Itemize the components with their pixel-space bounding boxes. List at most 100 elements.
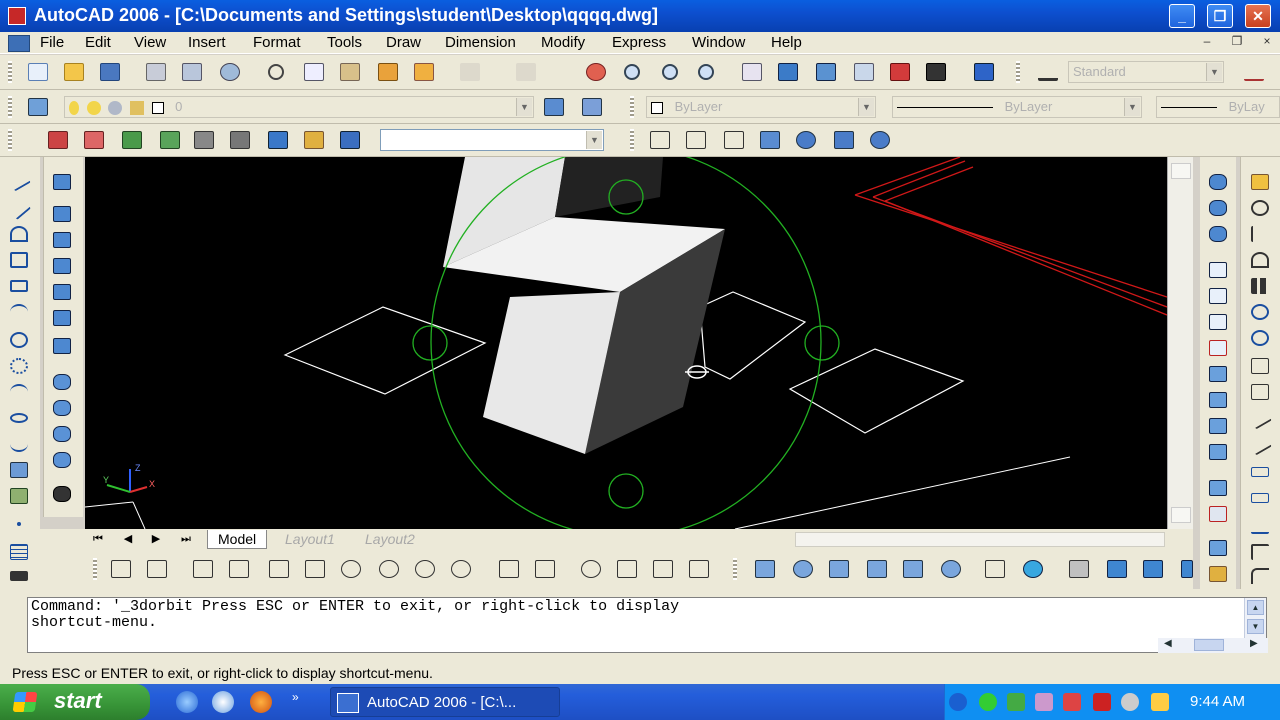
hide-icon[interactable]	[682, 127, 710, 153]
tab-model[interactable]: Model	[207, 530, 268, 549]
gouraud-shaded-icon[interactable]	[792, 127, 820, 153]
named-view-select[interactable]: ▼	[380, 129, 604, 151]
mesh-box-icon[interactable]	[189, 556, 217, 582]
box-icon[interactable]	[48, 169, 76, 195]
quickcalc-icon[interactable]	[922, 59, 950, 85]
scene-icon[interactable]	[80, 127, 108, 153]
menu-express[interactable]: Express	[612, 34, 666, 51]
render-preferences-icon[interactable]	[300, 127, 328, 153]
menu-file[interactable]: File	[40, 34, 64, 51]
next-tab-button[interactable]: ▶	[145, 531, 167, 547]
cylinder-solid-icon[interactable]	[825, 556, 853, 582]
break-at-point-icon[interactable]	[1246, 459, 1274, 485]
materials-icon[interactable]	[156, 127, 184, 153]
menu-insert[interactable]: Insert	[188, 34, 226, 51]
cut-icon[interactable]	[262, 59, 290, 85]
tray-messenger-icon[interactable]	[1151, 693, 1169, 711]
zoom-realtime-icon[interactable]	[618, 59, 646, 85]
imprint-icon[interactable]	[1204, 475, 1232, 501]
torus-solid-icon[interactable]	[937, 556, 965, 582]
offset-icon[interactable]	[1246, 247, 1274, 273]
ellipse-icon[interactable]	[5, 405, 33, 431]
document-icon[interactable]	[8, 35, 30, 52]
gouraud-edges-icon[interactable]	[866, 127, 894, 153]
revision-cloud-icon[interactable]	[5, 353, 33, 379]
help-icon[interactable]	[970, 59, 998, 85]
subtract-icon[interactable]	[1204, 195, 1232, 221]
mesh-torus-icon[interactable]	[447, 556, 475, 582]
rectangle-icon[interactable]	[5, 273, 33, 299]
title-bar[interactable]: AutoCAD 2006 - [C:\Documents and Setting…	[0, 0, 1280, 32]
extrude-faces-icon[interactable]	[1204, 257, 1232, 283]
break-icon[interactable]	[1246, 485, 1274, 511]
separate-icon[interactable]	[1204, 501, 1232, 527]
layer-select[interactable]: 0 ▼	[64, 96, 534, 118]
lineweight-select[interactable]: ByLay	[1156, 96, 1280, 118]
menu-modify[interactable]: Modify	[541, 34, 585, 51]
autocad-app-icon[interactable]	[8, 7, 26, 25]
scale-icon[interactable]	[1246, 353, 1274, 379]
toolbar-grip[interactable]	[8, 61, 12, 83]
sphere-solid-icon[interactable]	[789, 556, 817, 582]
interfere-icon[interactable]	[48, 447, 76, 473]
render-icon[interactable]	[44, 127, 72, 153]
mesh-pyramid-icon[interactable]	[265, 556, 293, 582]
array-icon[interactable]	[1246, 273, 1274, 299]
move-icon[interactable]	[1246, 299, 1274, 325]
new-icon[interactable]	[24, 59, 52, 85]
copy-icon[interactable]	[300, 59, 328, 85]
cone-solid-icon[interactable]	[863, 556, 891, 582]
tray-expand-icon[interactable]	[949, 693, 967, 711]
maximize-button[interactable]: ❐	[1207, 4, 1233, 28]
torus-icon[interactable]	[48, 305, 76, 331]
design-center-icon[interactable]	[774, 59, 802, 85]
edge-surface-icon[interactable]	[685, 556, 713, 582]
publish-icon[interactable]	[216, 59, 244, 85]
text-style-icon[interactable]	[1034, 59, 1062, 85]
rotate-faces-icon[interactable]	[1204, 361, 1232, 387]
camera-icon[interactable]	[48, 481, 76, 507]
revolved-surface-icon[interactable]	[577, 556, 605, 582]
last-tab-button[interactable]: ⏭	[175, 531, 197, 547]
extend-icon[interactable]	[1246, 431, 1274, 457]
minimize-button[interactable]: _	[1169, 4, 1195, 28]
markup-icon[interactable]	[886, 59, 914, 85]
color-select[interactable]: ByLayer ▼	[646, 96, 876, 118]
sphere-icon[interactable]	[48, 279, 76, 305]
section-icon[interactable]	[48, 421, 76, 447]
wedge-solid-icon[interactable]	[899, 556, 927, 582]
scroll-up-button[interactable]: ▲	[1247, 600, 1264, 615]
tray-speaker-icon[interactable]	[1121, 693, 1139, 711]
text-style-select[interactable]: Standard ▼	[1068, 61, 1224, 83]
scroll-down-button[interactable]: ▼	[1247, 619, 1264, 634]
tray-app-icon[interactable]	[1035, 693, 1053, 711]
tray-network-icon[interactable]	[979, 693, 997, 711]
red-polyline[interactable]	[854, 157, 1167, 316]
toolbar-grip[interactable]	[1016, 61, 1020, 83]
tab-layout2[interactable]: Layout2	[355, 530, 425, 549]
start-button[interactable]: start	[0, 684, 150, 720]
command-window[interactable]: Command: '_3dorbit Press ESC or ENTER to…	[27, 597, 1268, 653]
match-properties-icon[interactable]	[374, 59, 402, 85]
tray-alert-icon[interactable]	[1063, 693, 1081, 711]
doc-minimize-button[interactable]: –	[1198, 34, 1216, 50]
3d-mirror-icon[interactable]	[1173, 556, 1201, 582]
mesh-sphere-icon[interactable]	[337, 556, 365, 582]
planar-surface-icon[interactable]	[143, 556, 171, 582]
linetype-select[interactable]: ByLayer ▼	[892, 96, 1142, 118]
doc-restore-button[interactable]: ❐	[1228, 34, 1246, 50]
polysolid-icon[interactable]	[107, 556, 135, 582]
cone-icon[interactable]	[48, 227, 76, 253]
scroll-down-button[interactable]	[1171, 507, 1191, 523]
menu-help[interactable]: Help	[771, 34, 802, 51]
base-lines[interactable]	[85, 456, 1071, 529]
ruled-surface-icon[interactable]	[649, 556, 677, 582]
previous-tab-button[interactable]: ◀	[117, 531, 139, 547]
cylinder-icon[interactable]	[48, 253, 76, 279]
pan-icon[interactable]	[582, 59, 610, 85]
taskbar-autocad-item[interactable]: AutoCAD 2006 - [C:\...	[330, 687, 560, 717]
extrude-icon[interactable]	[48, 333, 76, 359]
firefox-icon[interactable]	[250, 691, 272, 713]
save-icon[interactable]	[96, 59, 124, 85]
plot-icon[interactable]	[142, 59, 170, 85]
